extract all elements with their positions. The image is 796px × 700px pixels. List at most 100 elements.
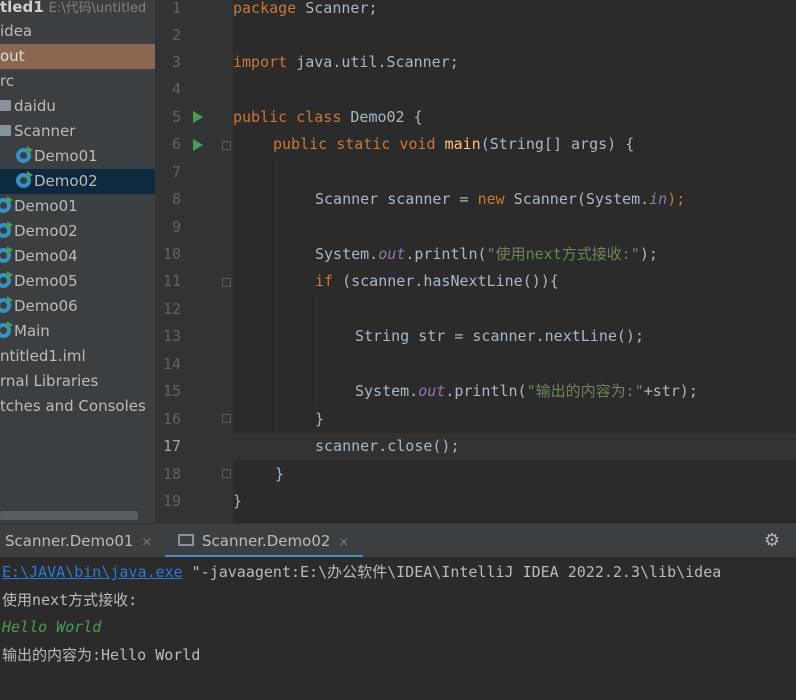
tree-item-demo01[interactable]: Demo01 xyxy=(0,194,155,219)
code-line-11: if (scanner.hasNextLine()){ xyxy=(233,268,796,295)
tree-item-label: Demo02 xyxy=(34,172,98,190)
tree-item-src[interactable]: rc xyxy=(0,69,155,94)
code-token: public static void xyxy=(273,135,436,153)
tree-item-label: Demo01 xyxy=(34,147,98,165)
code-token: "输出的内容为:" xyxy=(526,382,644,400)
code-line-3: import java.util.Scanner; xyxy=(233,49,796,76)
tree-item-label: Demo06 xyxy=(14,297,78,315)
tree-item-label: Scanner xyxy=(14,122,76,140)
tree-item-scratches[interactable]: tches and Consoles xyxy=(0,394,155,419)
folder-icon xyxy=(0,124,11,136)
tree-item-scanner-demo02[interactable]: Demo02 xyxy=(0,169,155,194)
code-token: Scanner scanner = xyxy=(315,190,478,208)
close-icon[interactable]: × xyxy=(338,535,349,550)
tree-item-label: Demo05 xyxy=(14,272,78,290)
console-output-line: 使用next方式接收: xyxy=(2,591,138,609)
tree-item-out[interactable]: out xyxy=(0,44,155,69)
code-token: } xyxy=(233,492,243,510)
java-path-link[interactable]: E:\JAVA\bin\java.exe xyxy=(2,563,183,581)
code-line-17-current: scanner.close(); xyxy=(233,433,796,460)
run-tab-demo02[interactable]: Scanner.Demo02 × xyxy=(165,524,364,558)
code-line-18: } xyxy=(233,461,796,488)
tree-item-label: Demo04 xyxy=(14,247,78,265)
line-number: 18 xyxy=(162,465,181,483)
tree-item-label: Demo01 xyxy=(14,197,78,215)
code-token: out xyxy=(418,382,446,400)
console-output-line: 输出的内容为:Hello World xyxy=(2,646,201,664)
fold-marker-icon[interactable] xyxy=(222,278,231,287)
tree-item-scanner-demo01[interactable]: Demo01 xyxy=(0,144,155,169)
run-tab-label: Scanner.Demo02 xyxy=(202,532,331,550)
code-line-10: System.out.println("使用next方式接收:"); xyxy=(233,241,796,268)
code-token: +str); xyxy=(643,382,698,400)
tree-item-project-root[interactable]: tled1 E:\代码\untitled xyxy=(0,0,155,20)
code-token: (scanner.hasNextLine()){ xyxy=(333,272,559,290)
code-token: package xyxy=(233,0,297,17)
code-token: .println( xyxy=(405,245,487,263)
tree-item-label: idea xyxy=(0,22,33,40)
project-path: E:\代码\untitled xyxy=(48,1,147,16)
tree-item-daidu[interactable]: daidu xyxy=(0,94,155,119)
line-number: 10 xyxy=(162,245,181,263)
code-line-13: String str = scanner.nextLine(); xyxy=(233,323,796,350)
code-token: Demo02 { xyxy=(341,108,423,126)
run-tab-bar: Scanner.Demo01 × Scanner.Demo02 × ⚙ xyxy=(0,523,796,558)
console-user-input: Hello World xyxy=(2,618,102,636)
java-class-icon xyxy=(0,295,13,313)
code-line-8: Scanner scanner = new Scanner(System.in)… xyxy=(233,186,796,213)
fold-marker-icon[interactable] xyxy=(222,469,231,478)
tree-item-iml[interactable]: ntitled1.iml xyxy=(0,344,155,369)
line-number: 3 xyxy=(171,53,181,71)
code-token: ); xyxy=(639,245,658,263)
code-line-19: } xyxy=(233,488,796,515)
tree-item-demo05[interactable]: Demo05 xyxy=(0,269,155,294)
command-args: "-javaagent:E:\办公软件\IDEA\IntelliJ IDEA 2… xyxy=(182,563,722,581)
run-class-icon[interactable] xyxy=(193,111,203,123)
tree-item-idea[interactable]: idea xyxy=(0,19,155,44)
java-class-icon xyxy=(0,195,13,213)
close-icon[interactable]: × xyxy=(141,535,152,550)
gear-icon[interactable]: ⚙ xyxy=(764,531,780,551)
tree-item-external-libraries[interactable]: rnal Libraries xyxy=(0,369,155,394)
code-token: } xyxy=(275,465,285,483)
code-token: public class xyxy=(233,108,342,126)
run-main-icon[interactable] xyxy=(193,139,203,151)
tree-item-demo04[interactable]: Demo04 xyxy=(0,244,155,269)
line-number: 6 xyxy=(171,135,181,153)
tree-item-label: ntitled1.iml xyxy=(0,347,86,365)
java-class-icon xyxy=(0,320,13,338)
line-number: 2 xyxy=(171,26,181,44)
tree-item-demo06[interactable]: Demo06 xyxy=(0,294,155,319)
line-number: 16 xyxy=(162,410,181,428)
line-number-current: 17 xyxy=(162,437,181,455)
console-command-line: E:\JAVA\bin\java.exe "-javaagent:E:\办公软件… xyxy=(2,559,721,586)
code-token: if xyxy=(315,272,334,290)
code-line-5: public class Demo02 { xyxy=(233,104,796,131)
tree-item-label: tled1 xyxy=(0,0,44,16)
line-number: 1 xyxy=(171,0,181,17)
line-number: 15 xyxy=(162,382,181,400)
project-tree: tled1 E:\代码\untitled idea out rc daidu Sc… xyxy=(0,0,155,523)
run-tab-demo01[interactable]: Scanner.Demo01 × xyxy=(5,524,152,557)
fold-marker-icon[interactable] xyxy=(222,141,231,150)
tree-item-demo02[interactable]: Demo02 xyxy=(0,219,155,244)
code-line-6: public static void main(String[] args) { xyxy=(233,131,796,158)
fold-marker-icon[interactable] xyxy=(222,414,231,423)
code-token: new xyxy=(477,190,505,208)
line-number: 9 xyxy=(171,218,181,236)
code-token: import xyxy=(233,53,288,71)
tree-item-label: daidu xyxy=(14,97,56,115)
line-number: 12 xyxy=(162,300,181,318)
code-line-15: System.out.println("输出的内容为:"+str); xyxy=(233,378,796,405)
console-output[interactable]: E:\JAVA\bin\java.exe "-javaagent:E:\办公软件… xyxy=(0,557,796,700)
line-number: 7 xyxy=(171,163,181,181)
code-token: String str = scanner.nextLine(); xyxy=(355,327,644,345)
java-class-icon xyxy=(0,220,13,238)
code-token: } xyxy=(315,410,325,428)
horizontal-scrollbar[interactable] xyxy=(0,511,138,520)
code-token: ); xyxy=(667,190,686,208)
tree-item-scanner[interactable]: Scanner xyxy=(0,119,155,144)
tree-item-label: out xyxy=(0,47,25,65)
tree-item-label: Demo02 xyxy=(14,222,78,240)
tree-item-main[interactable]: Main xyxy=(0,319,155,344)
